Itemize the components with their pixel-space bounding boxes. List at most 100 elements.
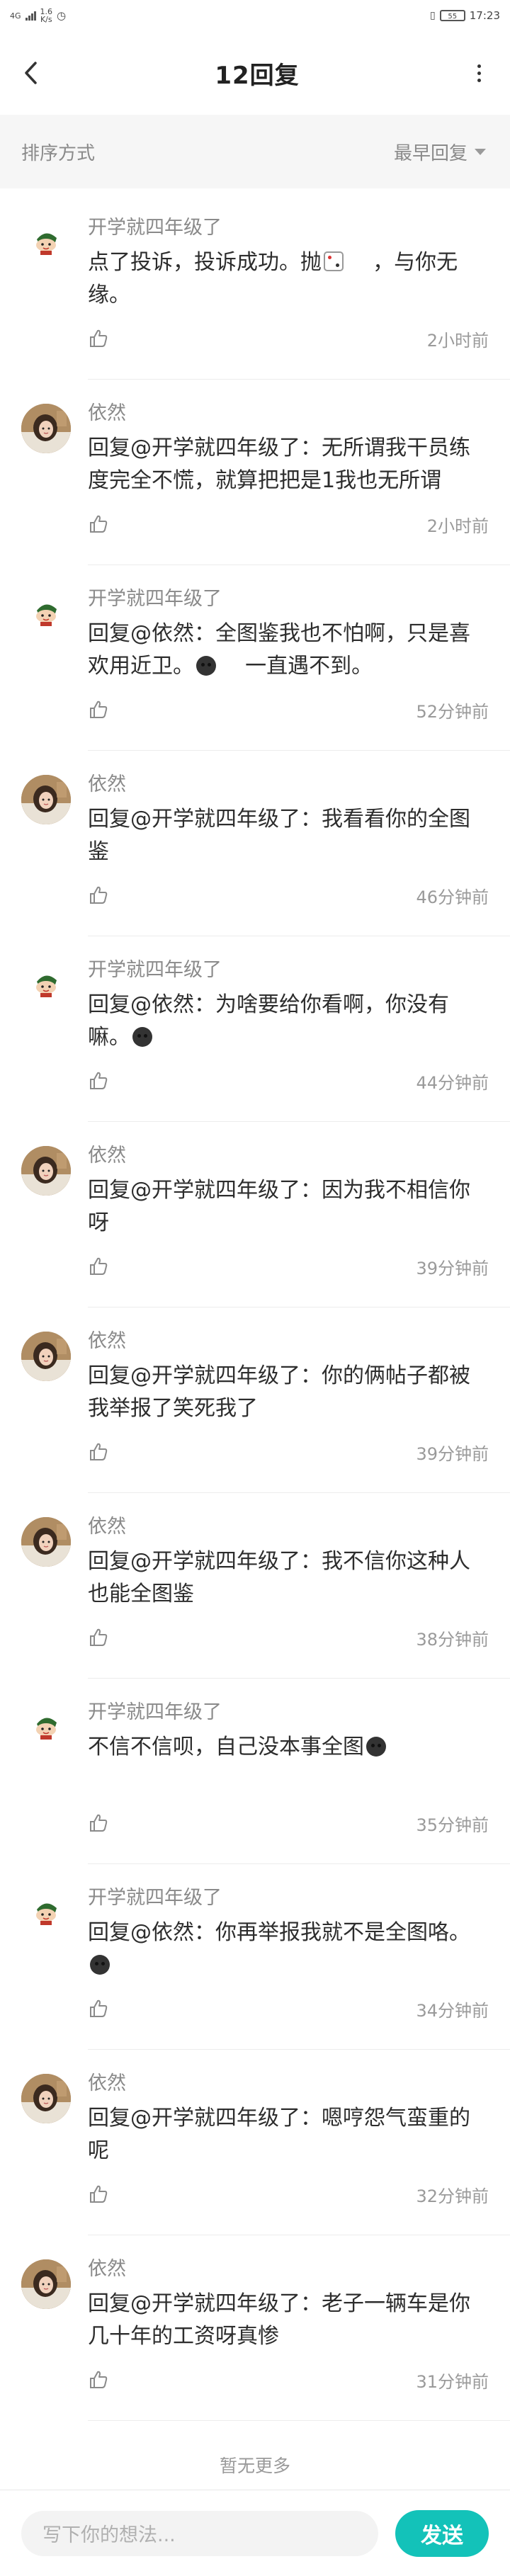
- comment-author[interactable]: 开学就四年级了: [88, 1885, 489, 1911]
- comment-author[interactable]: 开学就四年级了: [88, 1700, 489, 1725]
- no-more-label: 暂无更多: [219, 2456, 290, 2476]
- comment-item[interactable]: 依然回复@开学就四年级了：因为我不相信你呀 39分钟前: [0, 1122, 510, 1307]
- dark-face-emoji-icon: [132, 1027, 152, 1047]
- comment-item[interactable]: 依然 回复@开学就四年级了：嗯哼怨气蛮重的呢 32分钟前: [0, 2050, 510, 2235]
- comment-footer: 34分钟前: [88, 1995, 489, 2023]
- comment-time: 52分钟前: [416, 701, 489, 722]
- comment-time: 46分钟前: [416, 887, 489, 907]
- like-icon[interactable]: [88, 1627, 109, 1648]
- comment-time: 31分钟前: [416, 2371, 489, 2392]
- comment-text: 回复@开学就四年级了：因为我不相信你呀: [88, 1178, 470, 1235]
- comment-time: 32分钟前: [416, 2186, 489, 2206]
- comment-text: 回复@依然：你再举报我就不是全图咯。: [88, 1917, 489, 1982]
- header: 12回复: [0, 31, 510, 115]
- chevron-down-icon: [475, 148, 486, 155]
- comment-time: 39分钟前: [416, 1258, 489, 1278]
- comment-item[interactable]: 依然回复@开学就四年级了：无所谓我干员练度完全不慌，就算把把是1我也无所谓 2小时…: [0, 380, 510, 565]
- avatar[interactable]: [21, 404, 71, 453]
- comment-author[interactable]: 开学就四年级了: [88, 958, 489, 983]
- comment-time: 35分钟前: [416, 1815, 489, 1835]
- comment-footer: 39分钟前: [88, 1438, 489, 1466]
- like-icon[interactable]: [88, 2369, 109, 2390]
- comment-author[interactable]: 开学就四年级了: [88, 215, 489, 241]
- avatar[interactable]: [21, 1703, 71, 1752]
- comment-time: 2小时前: [426, 516, 489, 536]
- comment-item[interactable]: 开学就四年级了 点了投诉，投诉成功。抛 ，与你无缘。 2小时前: [0, 194, 510, 380]
- comment-body: 开学就四年级了 点了投诉，投诉成功。抛 ，与你无缘。: [88, 215, 489, 312]
- avatar[interactable]: [21, 589, 71, 639]
- comment-footer: 35分钟前: [88, 1809, 489, 1837]
- comment-body: 开学就四年级了 回复@依然：全图鉴我也不怕啊，只是喜欢用近卫。 一直遇不到。: [88, 586, 489, 683]
- comment-item[interactable]: 开学就四年级了 回复@依然：为啥要给你看啊，你没有嘛。 44分钟前: [0, 936, 510, 1122]
- like-icon[interactable]: [88, 2184, 109, 2205]
- send-button[interactable]: 发送: [395, 2509, 489, 2557]
- like-icon[interactable]: [88, 328, 109, 349]
- comment-author[interactable]: 依然: [88, 1143, 489, 1169]
- clock: 17:23: [469, 9, 500, 22]
- like-icon[interactable]: [88, 1441, 109, 1463]
- comment-author[interactable]: 依然: [88, 401, 489, 426]
- comment-item[interactable]: 依然回复@开学就四年级了：我不信你这种人也能全图鉴 38分钟前: [0, 1493, 510, 1679]
- comment-author[interactable]: 依然: [88, 772, 489, 798]
- dice-emoji-icon: [324, 251, 344, 271]
- avatar[interactable]: [21, 2074, 71, 2123]
- sort-label: 排序方式: [21, 142, 96, 164]
- like-icon[interactable]: [88, 1256, 109, 1277]
- avatar[interactable]: [21, 775, 71, 824]
- avatar[interactable]: [21, 960, 71, 1010]
- comment-time: 38分钟前: [416, 1629, 489, 1650]
- avatar[interactable]: [21, 1888, 71, 1938]
- comment-item[interactable]: 开学就四年级了回复@依然：你再举报我就不是全图咯。 34分钟前: [0, 1864, 510, 2050]
- alarm-icon: ◷: [57, 9, 67, 22]
- battery-icon: 55: [439, 10, 465, 21]
- comment-time: 39分钟前: [416, 1443, 489, 1464]
- comment-body: 开学就四年级了回复@依然：为啥要给你看啊，你没有嘛。: [88, 958, 489, 1054]
- comment-time: 34分钟前: [416, 2000, 489, 2021]
- avatar[interactable]: [21, 2259, 71, 2309]
- avatar[interactable]: [21, 1146, 71, 1196]
- comment-body: 开学就四年级了回复@依然：你再举报我就不是全图咯。: [88, 1885, 489, 1982]
- like-icon[interactable]: [88, 699, 109, 720]
- comment-footer: 2小时前: [88, 324, 489, 353]
- comment-text: 回复@依然：为啥要给你看啊，你没有嘛。: [88, 992, 449, 1050]
- sort-current: 最早回复: [393, 142, 468, 164]
- comment-text: 回复@开学就四年级了：无所谓我干员练度完全不慌，就算把把是1我也无所谓: [88, 436, 470, 493]
- comment-footer: 46分钟前: [88, 881, 489, 909]
- comment-author[interactable]: 依然: [88, 1329, 489, 1354]
- comment-body: 依然回复@开学就四年级了：我不信你这种人也能全图鉴: [88, 1514, 489, 1611]
- comment-item[interactable]: 开学就四年级了 不信不信呗，自己没本事全图 35分钟前: [0, 1679, 510, 1864]
- comment-author[interactable]: 依然: [88, 1514, 489, 1540]
- avatar[interactable]: [21, 1332, 71, 1381]
- avatar[interactable]: [21, 218, 71, 268]
- sort-dropdown[interactable]: 最早回复: [394, 139, 486, 165]
- dark-face-emoji-icon: [366, 1737, 386, 1757]
- like-icon[interactable]: [88, 1998, 109, 2019]
- avatar[interactable]: [21, 1517, 71, 1567]
- more-icon[interactable]: [469, 59, 490, 87]
- comment-item[interactable]: 依然回复@开学就四年级了：老子一辆车是你几十年的工资呀真惨 31分钟前: [0, 2235, 510, 2421]
- comment-item[interactable]: 依然回复@开学就四年级了：你的俩帖子都被我举报了笑死我了 39分钟前: [0, 1307, 510, 1493]
- back-icon[interactable]: [17, 59, 45, 87]
- comment-body: 依然回复@开学就四年级了：你的俩帖子都被我举报了笑死我了: [88, 1329, 489, 1425]
- comment-author[interactable]: 开学就四年级了: [88, 586, 489, 612]
- page-title: 12回复: [215, 61, 300, 90]
- like-icon[interactable]: [88, 1812, 109, 1834]
- like-icon[interactable]: [88, 1070, 109, 1091]
- comment-footer: 38分钟前: [88, 1623, 489, 1652]
- comment-item[interactable]: 依然 回复@开学就四年级了：我看看你的全图鉴 46分钟前: [0, 751, 510, 936]
- comment-item[interactable]: 开学就四年级了 回复@依然：全图鉴我也不怕啊，只是喜欢用近卫。 一直遇不到。 52分…: [0, 565, 510, 751]
- comment-body: 依然回复@开学就四年级了：老子一辆车是你几十年的工资呀真惨: [88, 2257, 489, 2353]
- dark-face-emoji-icon: [196, 656, 216, 676]
- comment-author[interactable]: 依然: [88, 2071, 489, 2096]
- status-bar: 4G 1.6 K/s ◷ ▯ 55 17:23: [0, 0, 510, 31]
- comment-input[interactable]: 写下你的想法...: [21, 2510, 378, 2556]
- comment-text: 回复@开学就四年级了：老子一辆车是你几十年的工资呀真惨: [88, 2291, 470, 2349]
- like-icon[interactable]: [88, 514, 109, 535]
- like-icon[interactable]: [88, 885, 109, 906]
- comment-text: 回复@开学就四年级了：你的俩帖子都被我举报了笑死我了: [88, 1363, 470, 1421]
- input-bar: 写下你的想法... 发送: [0, 2490, 510, 2576]
- dark-face-emoji-icon: [90, 1955, 110, 1975]
- network-speed: 1.6 K/s: [40, 7, 53, 24]
- comment-author[interactable]: 依然: [88, 2257, 489, 2282]
- comment-text: 回复@开学就四年级了：我不信你这种人也能全图鉴: [88, 1549, 470, 1606]
